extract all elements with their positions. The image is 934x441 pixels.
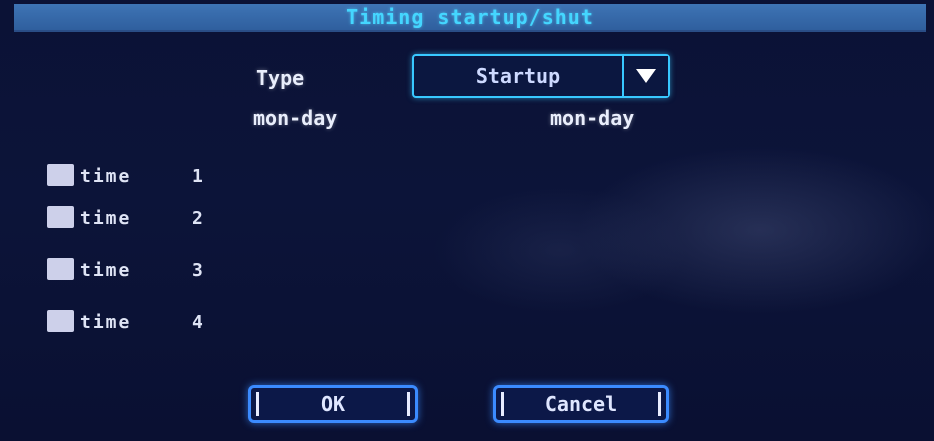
time-2-checkbox[interactable] bbox=[47, 206, 74, 228]
time-2-label: time bbox=[80, 208, 132, 229]
type-select-value: Startup bbox=[414, 56, 624, 96]
ok-button-label: OK bbox=[320, 392, 346, 416]
triangle-down-icon bbox=[636, 69, 656, 83]
type-label: Type bbox=[256, 66, 305, 90]
dialog-screen: Timing startup/shut Type Startup mon-day… bbox=[0, 0, 934, 441]
time-3-checkbox[interactable] bbox=[47, 258, 74, 280]
right-column-header: mon-day bbox=[550, 106, 635, 130]
time-4-number: 4 bbox=[192, 312, 203, 333]
time-3-number: 3 bbox=[192, 260, 203, 281]
time-4-checkbox[interactable] bbox=[47, 310, 74, 332]
time-1-number: 1 bbox=[192, 166, 203, 187]
cancel-button[interactable]: Cancel bbox=[493, 385, 669, 423]
ok-button[interactable]: OK bbox=[248, 385, 418, 423]
left-column-header: mon-day bbox=[253, 106, 338, 130]
time-4-label: time bbox=[80, 312, 132, 333]
title-bar: Timing startup/shut bbox=[14, 4, 926, 32]
dialog-title: Timing startup/shut bbox=[346, 5, 594, 29]
time-3-label: time bbox=[80, 260, 132, 281]
time-1-label: time bbox=[80, 166, 132, 187]
type-select[interactable]: Startup bbox=[412, 54, 670, 98]
time-1-checkbox[interactable] bbox=[47, 164, 74, 186]
time-2-number: 2 bbox=[192, 208, 203, 229]
cancel-button-label: Cancel bbox=[544, 392, 618, 416]
dropdown-button[interactable] bbox=[624, 56, 668, 96]
